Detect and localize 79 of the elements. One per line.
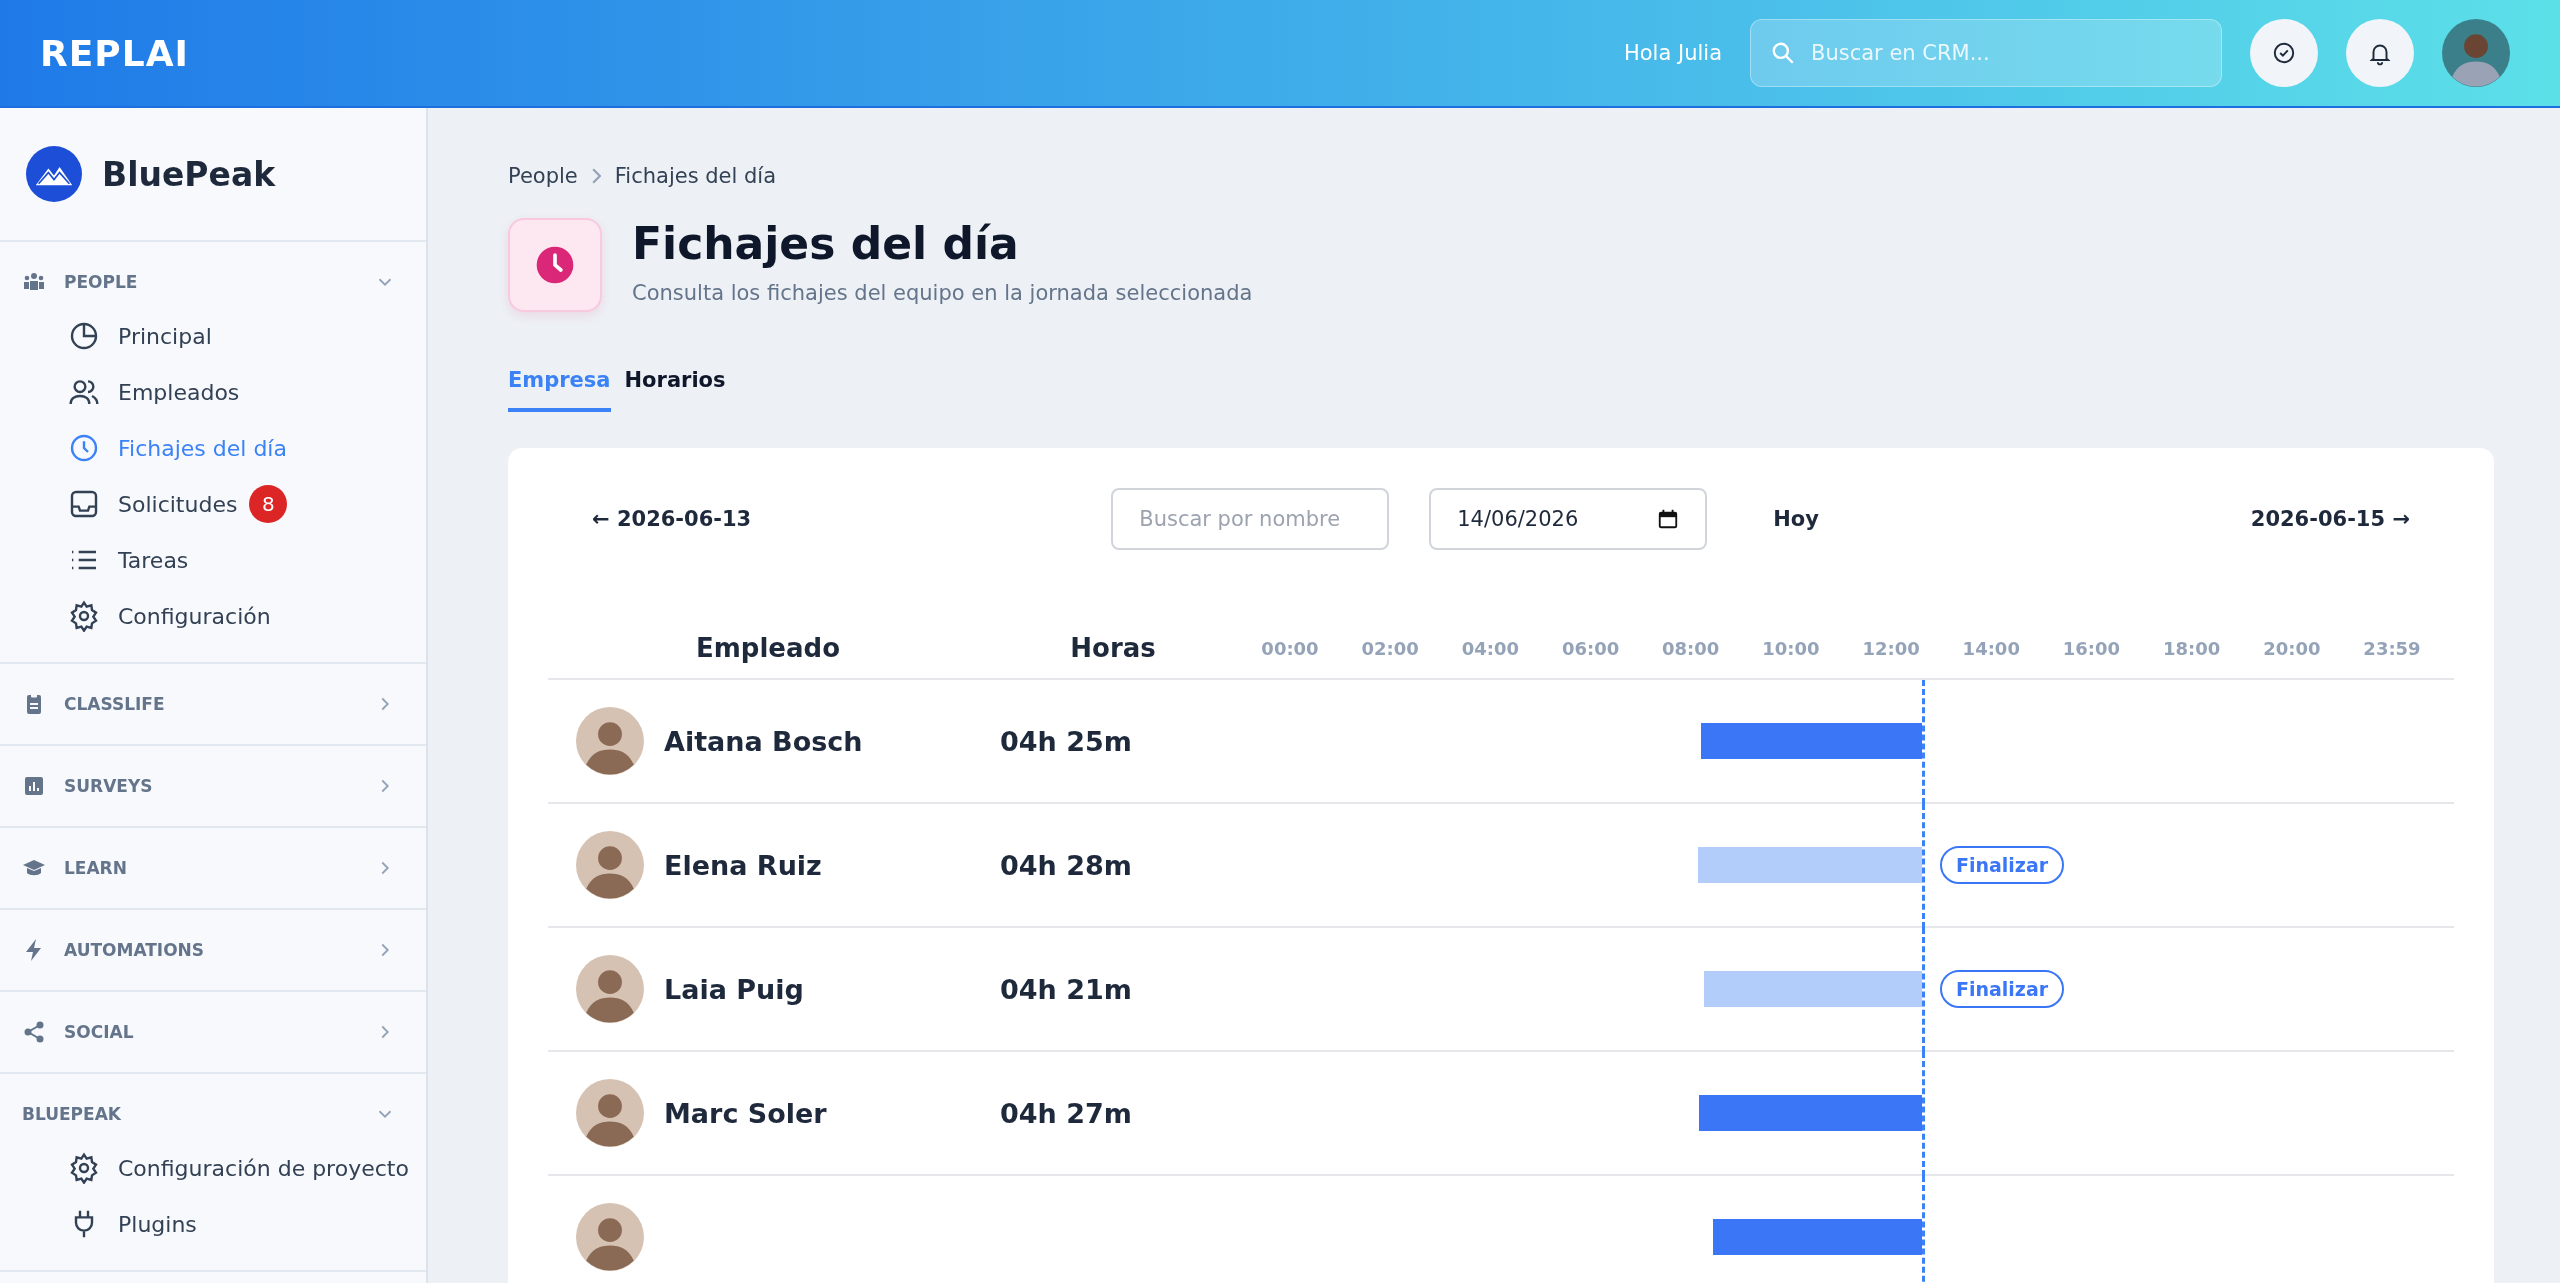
- avatar-icon: [576, 831, 644, 899]
- time-tick-label: 08:00: [1662, 637, 1720, 659]
- avatar-icon: [576, 955, 644, 1023]
- time-tick-label: 10:00: [1762, 637, 1820, 659]
- hours-worked: 04h 28m: [999, 849, 1132, 881]
- next-day-link[interactable]: 2026-06-15 →: [2250, 507, 2410, 531]
- nav-label: Plugins: [118, 1211, 197, 1237]
- chevron-right-icon: [591, 168, 601, 184]
- time-tick-label: 02:00: [1361, 637, 1419, 659]
- time-tick-label: 06:00: [1561, 637, 1620, 659]
- employee-name: Elena Ruiz: [664, 849, 822, 881]
- clock-icon: [68, 432, 100, 464]
- time-tick-label: 20:00: [2263, 637, 2321, 659]
- settings-icon: [68, 600, 100, 632]
- user-avatar[interactable]: [2442, 19, 2510, 87]
- time-tick-label: 18:00: [2163, 637, 2221, 659]
- nav-item[interactable]: Empleados: [0, 364, 426, 420]
- section-header[interactable]: BLUEPEAK: [0, 1092, 426, 1136]
- mountain-logo-icon: [26, 146, 82, 202]
- time-tick-label: 00:00: [1261, 637, 1319, 659]
- nav-label: Solicitudes: [118, 491, 238, 517]
- nav-label: Empleados: [118, 379, 240, 405]
- date-field[interactable]: 14/06/2026: [1429, 488, 1708, 550]
- tab[interactable]: Horarios: [624, 368, 726, 412]
- employee-name: Marc Soler: [664, 1097, 827, 1129]
- nav-label: Configuración: [118, 603, 271, 629]
- section-header[interactable]: SURVEYS: [0, 764, 426, 808]
- previous-day-link[interactable]: ← 2026-06-13: [592, 507, 752, 531]
- bar-chart-icon: [22, 774, 46, 798]
- today-button[interactable]: Hoy: [1773, 507, 1819, 531]
- check-circle-icon: [2271, 40, 2297, 66]
- time-tick-label: 04:00: [1461, 637, 1519, 659]
- avatar-icon: [576, 707, 644, 775]
- section-header[interactable]: CLASSLIFE: [0, 682, 426, 726]
- hours-worked: 04h 27m: [999, 1097, 1132, 1129]
- search-icon: [1770, 40, 1796, 66]
- name-search-field[interactable]: Buscar por nombre: [1111, 488, 1390, 550]
- calendar-icon: [1657, 508, 1680, 530]
- page-subtitle: Consulta los fichajes del equipo en la jornada seleccionada: [632, 281, 1253, 305]
- brand-name: BluePeak: [102, 154, 276, 194]
- greeting: Hola Julia: [1623, 41, 1722, 65]
- nav-item[interactable]: Plugins: [0, 1196, 426, 1252]
- time-tick-label: 12:00: [1862, 637, 1920, 659]
- breadcrumb-link[interactable]: Fichajes del día: [614, 164, 777, 188]
- settings-icon: [68, 1152, 100, 1184]
- section-header[interactable]: LEARN: [0, 846, 426, 890]
- section-header[interactable]: AUTOMATIONS: [0, 928, 426, 972]
- nav-item[interactable]: Principal: [0, 308, 426, 364]
- nav-item[interactable]: Tareas: [0, 532, 426, 588]
- time-tick-label: 14:00: [1962, 637, 2020, 659]
- column-header: Horas: [1069, 633, 1157, 663]
- time-tick-label: 23:59: [2363, 637, 2421, 659]
- hours-worked: 04h 21m: [999, 973, 1132, 1005]
- share-icon: [22, 1020, 46, 1044]
- nav-item[interactable]: Configuración de proyecto: [0, 1140, 426, 1196]
- nav-label: Fichajes del día: [118, 435, 287, 461]
- nav-label: Tareas: [118, 547, 189, 573]
- finish-button[interactable]: Finalizar: [1939, 846, 2065, 884]
- time-tick-label: 16:00: [2062, 637, 2121, 659]
- finish-button[interactable]: Finalizar: [1939, 970, 2065, 1008]
- pie-chart-icon: [68, 320, 100, 352]
- employee-name: Aitana Bosch: [664, 725, 863, 757]
- avatar-icon: [576, 1203, 644, 1271]
- app-logo[interactable]: REPLAI: [40, 32, 189, 74]
- breadcrumb-link[interactable]: People: [508, 164, 578, 188]
- page-title: Fichajes del día: [632, 218, 1020, 269]
- nav-label: Principal: [118, 323, 212, 349]
- clock-icon: [535, 245, 575, 285]
- column-header: Empleado: [695, 633, 841, 663]
- nav-label: Configuración de proyecto: [118, 1155, 409, 1181]
- nav-item[interactable]: Solicitudes 8: [0, 476, 426, 532]
- avatar-icon: [576, 1079, 644, 1147]
- nav-item[interactable]: Configuración: [0, 588, 426, 644]
- count-badge: 8: [249, 485, 288, 523]
- hours-worked: 04h 25m: [999, 725, 1132, 757]
- section-header[interactable]: PEOPLE: [0, 260, 426, 304]
- section-header[interactable]: SOCIAL: [0, 1010, 426, 1054]
- inbox-icon: [68, 488, 100, 520]
- employee-name: Laia Puig: [664, 973, 804, 1005]
